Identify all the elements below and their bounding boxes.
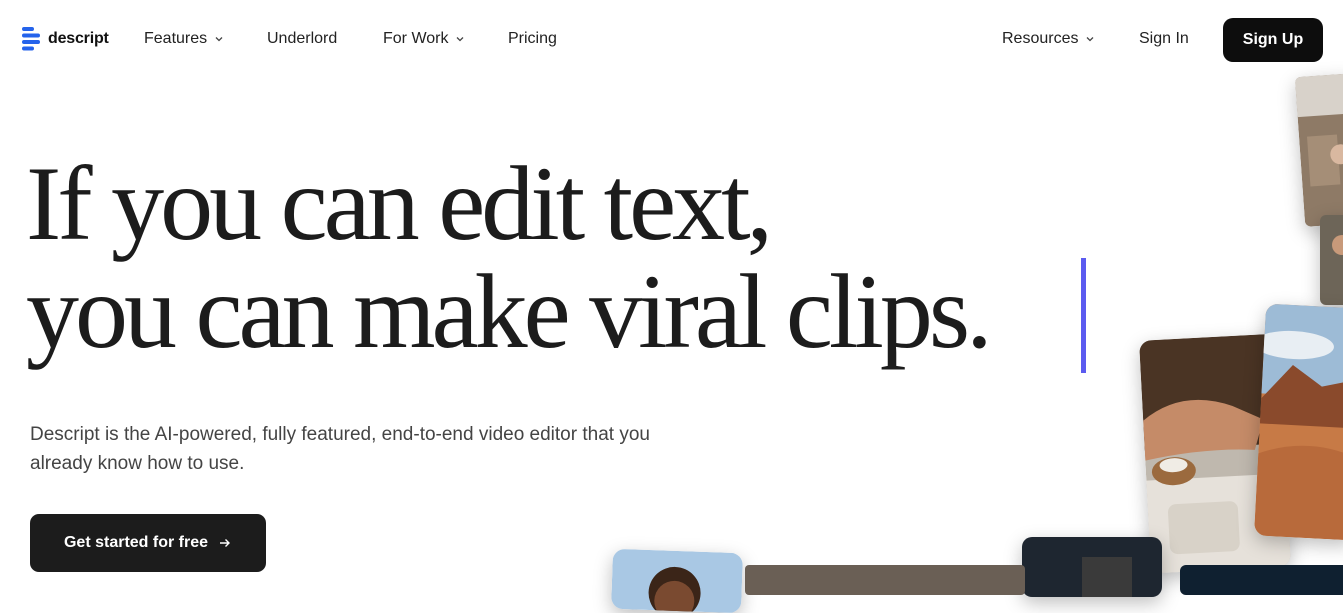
headline-line-2: you can make viral clips. [26, 253, 993, 370]
nav-pricing[interactable]: Pricing [508, 30, 557, 48]
logo[interactable]: descript [22, 27, 109, 51]
video-thumbnail-dark [1022, 537, 1162, 597]
get-started-button[interactable]: Get started for free [30, 514, 266, 572]
video-thumbnail-person-right [1320, 215, 1343, 305]
nav-underlord[interactable]: Underlord [267, 30, 337, 48]
headline-line-1: If you can edit text, [26, 145, 773, 262]
video-thumbnail-strip [745, 565, 1025, 595]
text-cursor-caret [1081, 258, 1086, 373]
chevron-down-icon [215, 37, 223, 42]
nav-features-label: Features [144, 30, 208, 47]
descript-logo-icon [22, 27, 40, 51]
sign-in-link[interactable]: Sign In [1139, 30, 1189, 48]
top-navigation: descript Features Underlord For Work Pri… [0, 0, 1343, 80]
nav-features[interactable]: Features [144, 30, 224, 48]
chevron-down-icon [1087, 37, 1094, 42]
hero-subtext: Descript is the AI-powered, fully featur… [30, 424, 650, 474]
hero-headline: If you can edit text, you can make viral… [26, 150, 993, 366]
video-thumbnail-kitchen-top [1294, 73, 1343, 227]
arrow-right-icon [220, 539, 231, 547]
nav-for-work[interactable]: For Work [383, 30, 465, 48]
get-started-label: Get started for free [63, 534, 209, 551]
video-thumbnail-bottom-right [1180, 565, 1343, 595]
sign-in-label: Sign In [1139, 30, 1189, 47]
nav-resources[interactable]: Resources [1002, 30, 1095, 48]
nav-pricing-label: Pricing [508, 30, 557, 47]
nav-for-work-label: For Work [383, 30, 449, 47]
nav-underlord-label: Underlord [267, 30, 338, 47]
sign-up-button[interactable]: Sign Up [1223, 18, 1323, 62]
chevron-down-icon [457, 37, 464, 42]
logo-text: descript [48, 30, 109, 47]
nav-resources-label: Resources [1002, 30, 1079, 47]
video-thumbnail-desert [1253, 303, 1343, 541]
